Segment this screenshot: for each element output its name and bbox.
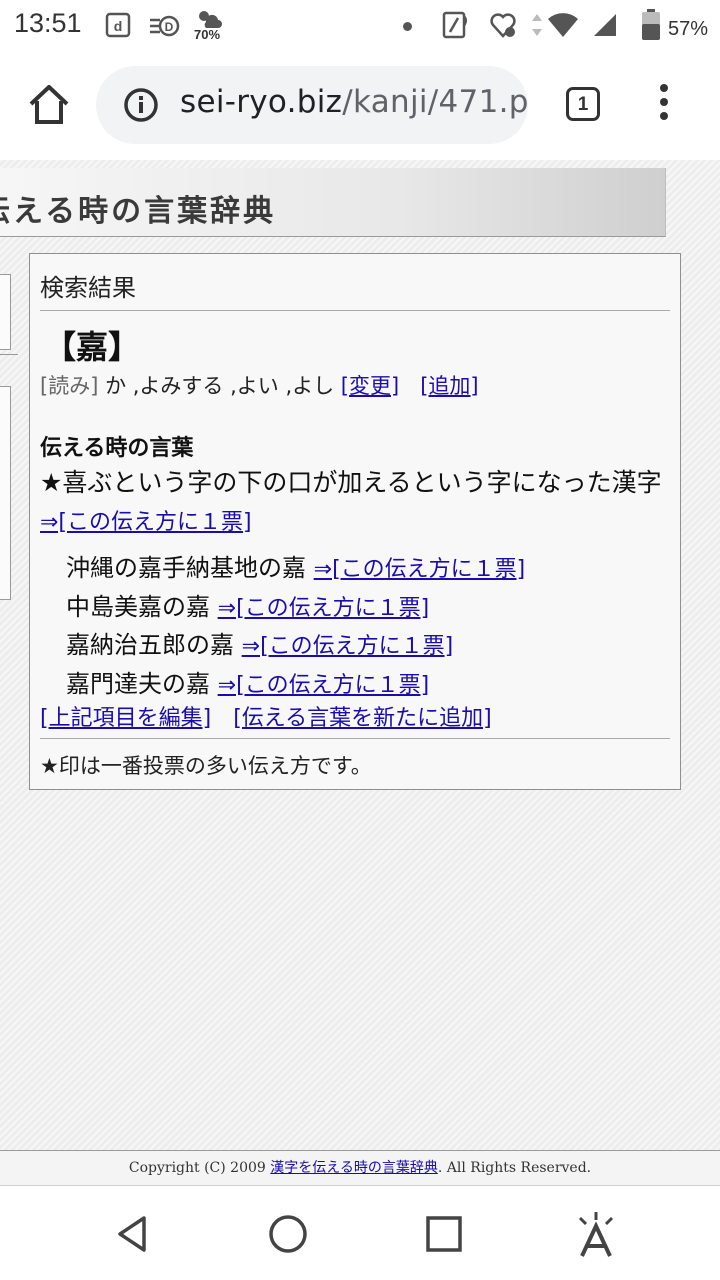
search-result-box: 検索結果 【嘉】 [読み] か ,よみする ,よい ,よし [変更] [追加] … [29,253,681,790]
url-host: sei-ryo.biz [180,84,343,120]
vote-link[interactable]: ⇒[この伝え方に１票] [218,596,430,621]
list-item-text: 中島美嘉の嘉 [66,593,218,621]
kanji-title: 【嘉】 [44,328,141,366]
edit-links: [上記項目を編集] [伝える言葉を新たに追加] [40,700,492,732]
vote-link[interactable]: ⇒[この伝え方に１票] [40,510,252,535]
url-path: /kanji/471.p [342,84,528,120]
list-item: 嘉門達夫の嘉 ⇒[この伝え方に１票] [66,664,429,699]
vote-link[interactable]: ⇒[この伝え方に１票] [218,673,430,698]
reading-value: か ,よみする ,よい ,よし [98,374,341,398]
heart-sync-icon [490,13,516,38]
cell-signal-icon [594,14,616,36]
battery-percent: 57% [668,18,709,40]
add-new-word-link[interactable]: [伝える言葉を新たに追加] [233,706,492,731]
list-item-text: 嘉門達夫の嘉 [66,670,218,698]
back-icon[interactable] [108,1210,156,1258]
heading-divider [40,310,670,311]
copyright-text: Copyright (C) 2009 [128,1160,271,1176]
home-nav-icon[interactable] [264,1210,312,1258]
overflow-menu-icon[interactable] [654,84,674,124]
add-reading-link[interactable]: [追加] [420,374,478,398]
site-banner: 伝える時の言葉辞典 [0,168,666,237]
weather-percent: 70% [194,27,221,42]
nfc-icon [442,11,467,39]
svg-text:D: D [165,20,174,34]
weather-icon [199,11,222,28]
side-panel-bottom [0,386,11,600]
browser-toolbar: sei-ryo.biz/kanji/471.p 1 [0,52,720,160]
edit-items-link[interactable]: [上記項目を編集] [40,706,211,731]
site-title: 伝える時の言葉辞典 [0,194,277,229]
side-divider [0,354,18,355]
rights-text: . All Rights Reserved. [437,1160,592,1176]
footnote-divider [40,738,670,739]
side-panel-top [0,274,11,350]
recents-icon[interactable] [420,1210,468,1258]
kanji-reading: [読み] か ,よみする ,よい ,よし [変更] [追加] [40,370,479,400]
web-page: 伝える時の言葉辞典 検索結果 【嘉】 [読み] か ,よみする ,よい ,よし … [0,160,720,1150]
list-item: 沖縄の嘉手納基地の嘉 ⇒[この伝え方に１票] [66,548,525,583]
vote-link[interactable]: ⇒[この伝え方に１票] [314,557,526,582]
result-heading: 検索結果 [40,274,136,302]
info-icon[interactable] [122,86,160,124]
site-home-link[interactable]: 漢字を伝える時の言葉辞典 [270,1160,438,1176]
address-bar[interactable]: sei-ryo.biz/kanji/471.p [96,66,528,144]
status-time: 13:51 [14,8,82,38]
accessibility-icon[interactable] [572,1210,620,1258]
footnote: ★印は一番投票の多い伝え方です。 [40,754,372,778]
section-title: 伝える時の言葉 [40,436,194,461]
battery-icon [642,9,660,40]
list-item: 中島美嘉の嘉 ⇒[この伝え方に１票] [66,587,429,622]
system-nav-bar [0,1186,720,1280]
d-app-icon: d [105,12,131,38]
reading-label: [読み] [40,374,99,398]
list-item-text: 沖縄の嘉手納基地の嘉 [66,554,314,582]
data-arrows-icon [532,14,542,36]
vote-link[interactable]: ⇒[この伝え方に１票] [242,634,454,659]
top-description-text: ★喜ぶという字の下の口が加えるという字になった漢字 [40,468,662,497]
d-point-icon: D [150,15,180,37]
home-icon[interactable] [26,82,72,128]
list-item-text: 嘉納治五郎の嘉 [66,631,242,659]
top-description: ★喜ぶという字の下の口が加えるという字になった漢字 ⇒[この伝え方に１票] [40,464,672,542]
page-footer: Copyright (C) 2009 漢字を伝える時の言葉辞典. All Rig… [0,1150,720,1186]
list-item: 嘉納治五郎の嘉 ⇒[この伝え方に１票] [66,625,453,660]
svg-text:d: d [114,18,123,34]
tab-switcher-button[interactable]: 1 [566,87,600,121]
change-reading-link[interactable]: [変更] [341,374,399,398]
url-text[interactable]: sei-ryo.biz/kanji/471.p [180,84,528,120]
status-bar: 13:51 d D 70% 57% [0,0,720,52]
notification-dot-icon [403,22,412,31]
wifi-icon [548,13,578,37]
